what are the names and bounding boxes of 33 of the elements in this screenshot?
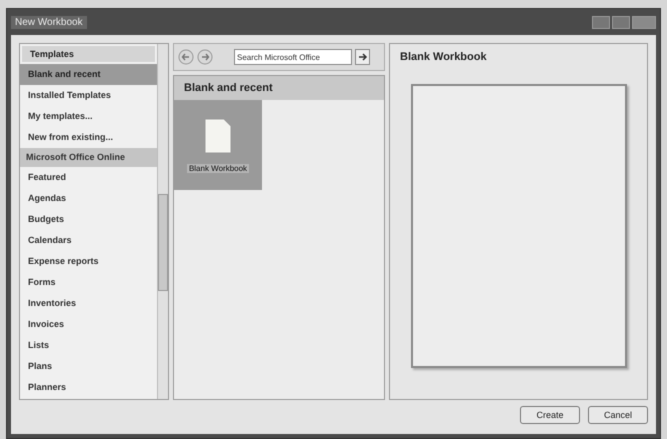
maximize-icon[interactable] [612, 16, 630, 28]
back-icon[interactable] [178, 49, 194, 65]
sidebar-item[interactable]: New from existing... [20, 127, 157, 148]
arrow-icon [358, 52, 368, 62]
template-tile[interactable]: Blank Workbook [174, 100, 262, 190]
search-field[interactable]: Search Microsoft Office [234, 49, 352, 65]
preview-title: Blank Workbook [399, 50, 488, 65]
sidebar-item[interactable]: Inventories [20, 293, 157, 314]
sidebar-item[interactable]: Installed Templates [20, 85, 157, 106]
sidebar-item[interactable]: Agendas [20, 188, 157, 209]
sidebar-item[interactable]: Featured [20, 167, 157, 188]
sidebar-group[interactable]: Microsoft Office Online [20, 148, 157, 167]
sidebar-item[interactable]: Calendars [20, 230, 157, 251]
sidebar-item[interactable]: Budgets [20, 209, 157, 230]
create-button[interactable]: Create [520, 406, 580, 424]
close-icon[interactable] [632, 16, 656, 28]
sidebar-item[interactable]: Forms [20, 272, 157, 293]
sidebar-item[interactable]: Planners [20, 377, 157, 398]
forward-icon[interactable] [197, 49, 213, 65]
sidebar-item[interactable]: Expense reports [20, 251, 157, 272]
minimize-icon[interactable] [592, 16, 610, 28]
sidebar-item[interactable]: Lists [20, 335, 157, 356]
document-icon [204, 118, 232, 154]
search-button[interactable] [355, 49, 370, 65]
scrollbar[interactable] [157, 44, 168, 399]
sidebar-item[interactable]: My templates... [20, 106, 157, 127]
sidebar-header: Templates [22, 46, 155, 62]
sidebar-item[interactable]: Plans [20, 356, 157, 377]
section-heading: Blank and recent [174, 76, 384, 100]
cancel-button[interactable]: Cancel [588, 406, 648, 424]
sidebar-item[interactable]: Blank and recent [20, 64, 157, 85]
sidebar-item[interactable]: Invoices [20, 314, 157, 335]
window-title: New Workbook [11, 16, 87, 28]
